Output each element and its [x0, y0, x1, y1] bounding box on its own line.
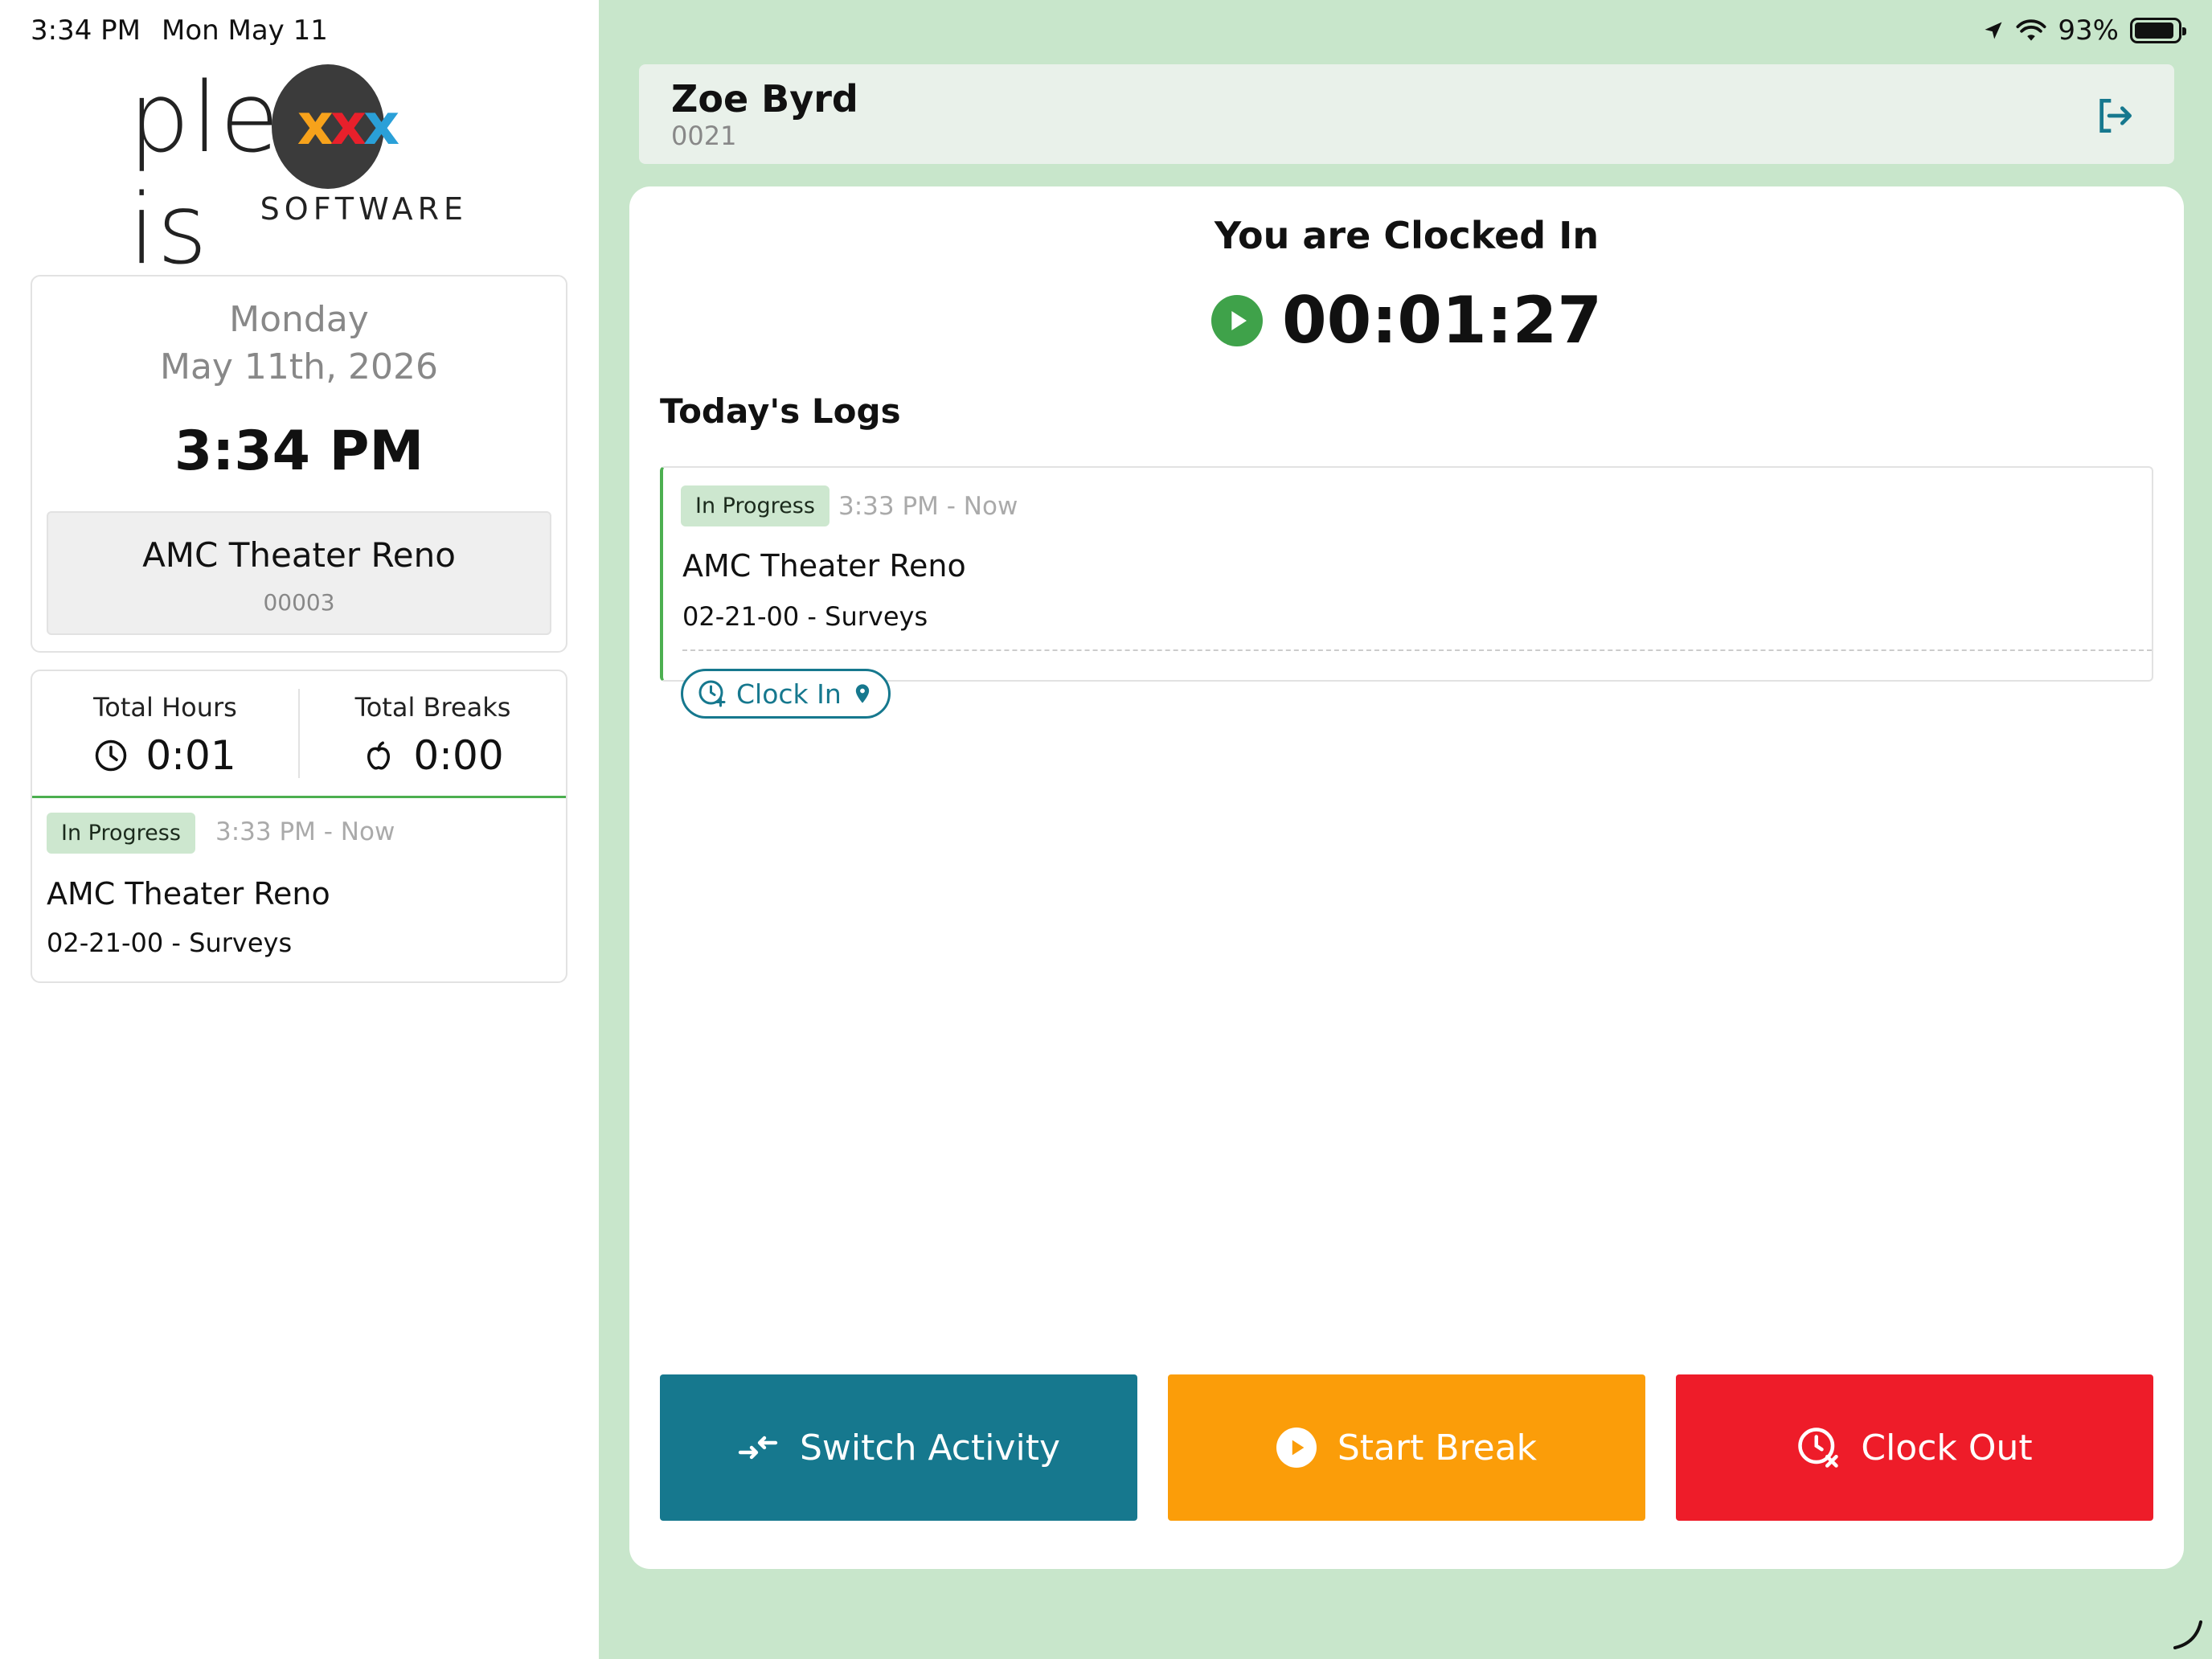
- switch-activity-button[interactable]: Switch Activity: [660, 1374, 1137, 1521]
- clock-x-icon: [1798, 1428, 1839, 1468]
- date-card: Monday May 11th, 2026 3:34 PM AMC Theate…: [31, 275, 567, 653]
- corner-indicator: [2173, 1620, 2202, 1649]
- log-task: 02-21-00 - Surveys: [47, 928, 293, 958]
- start-break-label: Start Break: [1337, 1427, 1538, 1469]
- total-breaks: Total Breaks 0:00: [298, 689, 566, 779]
- total-hours-label: Total Hours: [93, 692, 237, 723]
- divider: [682, 649, 2152, 651]
- switch-activity-label: Switch Activity: [799, 1427, 1060, 1469]
- play-circle-icon: [1276, 1428, 1317, 1468]
- log-task: 02-21-00 - Surveys: [682, 601, 928, 632]
- left-panel: 3:34 PM Mon May 11 ple xxx is SOFTWARE M…: [0, 0, 599, 1659]
- battery-percent: 93%: [2058, 14, 2119, 47]
- clock-in-label: Clock In: [736, 678, 842, 710]
- logo-subtitle: SOFTWARE: [260, 191, 468, 227]
- wifi-icon: [2016, 19, 2046, 41]
- clock-out-label: Clock Out: [1861, 1427, 2033, 1469]
- user-header: Zoe Byrd 0021: [639, 64, 2174, 164]
- status-bar-right: 93%: [1982, 14, 2186, 47]
- user-id: 0021: [671, 121, 737, 151]
- clock-in-chip[interactable]: Clock In: [681, 669, 891, 719]
- logout-icon[interactable]: [2092, 93, 2137, 138]
- timer-value: 00:01:27: [1282, 283, 1602, 358]
- status-bar-left: 3:34 PM Mon May 11: [31, 14, 328, 47]
- date-full: May 11th, 2026: [159, 346, 439, 387]
- current-job-name: AMC Theater Reno: [142, 535, 456, 575]
- todays-logs-title: Today's Logs: [660, 391, 901, 431]
- status-time: 3:34 PM: [31, 14, 141, 47]
- user-name: Zoe Byrd: [671, 77, 858, 121]
- right-panel: 93% Zoe Byrd 0021 You are Clocked In 00:…: [599, 0, 2212, 1659]
- total-hours: Total Hours 0:01: [32, 671, 298, 796]
- date-day: Monday: [229, 299, 369, 340]
- log-entry[interactable]: In Progress 3:33 PM - Now AMC Theater Re…: [660, 466, 2153, 719]
- apple-icon: [367, 741, 391, 770]
- status-badge: In Progress: [681, 485, 830, 526]
- log-time-range: 3:33 PM - Now: [215, 817, 395, 846]
- totals-card: Total Hours 0:01 Total Breaks 0:00 In Pr…: [31, 670, 567, 983]
- battery-icon: [2130, 18, 2186, 43]
- start-break-button[interactable]: Start Break: [1168, 1374, 1645, 1521]
- log-job-name: AMC Theater Reno: [47, 876, 330, 911]
- sidebar-log-item[interactable]: In Progress 3:33 PM - Now AMC Theater Re…: [32, 798, 566, 973]
- total-breaks-label: Total Breaks: [354, 692, 511, 723]
- total-breaks-value: 0:00: [413, 732, 504, 779]
- clocked-in-title: You are Clocked In: [1214, 214, 1600, 257]
- clock-out-button[interactable]: Clock Out: [1676, 1374, 2153, 1521]
- battery-level: [2135, 23, 2174, 39]
- status-date: Mon May 11: [162, 14, 328, 47]
- action-buttons: Switch Activity Start Break Clock Out: [660, 1374, 2153, 1521]
- elapsed-timer: 00:01:27: [629, 283, 2184, 358]
- total-hours-value: 0:01: [145, 732, 236, 779]
- plexxis-logo: ple xxx is SOFTWARE: [129, 63, 474, 286]
- status-badge: In Progress: [47, 813, 195, 854]
- switch-arrows-icon: [738, 1436, 778, 1460]
- log-job-name: AMC Theater Reno: [682, 548, 966, 584]
- location-arrow-icon: [1985, 22, 2002, 39]
- location-pin-icon: [855, 684, 869, 703]
- current-job-code: 00003: [263, 589, 335, 616]
- play-icon: [1211, 294, 1264, 346]
- logo-wordmark: ple xxx is: [129, 63, 399, 286]
- current-job-box: AMC Theater Reno 00003: [47, 511, 551, 635]
- clock-icon: [96, 739, 127, 772]
- main-card: You are Clocked In 00:01:27 Today's Logs…: [629, 186, 2184, 1569]
- clock-plus-icon: [698, 680, 726, 707]
- totals-row: Total Hours 0:01 Total Breaks 0:00: [32, 671, 566, 798]
- log-time-range: 3:33 PM - Now: [838, 492, 1018, 521]
- current-time: 3:34 PM: [174, 420, 424, 483]
